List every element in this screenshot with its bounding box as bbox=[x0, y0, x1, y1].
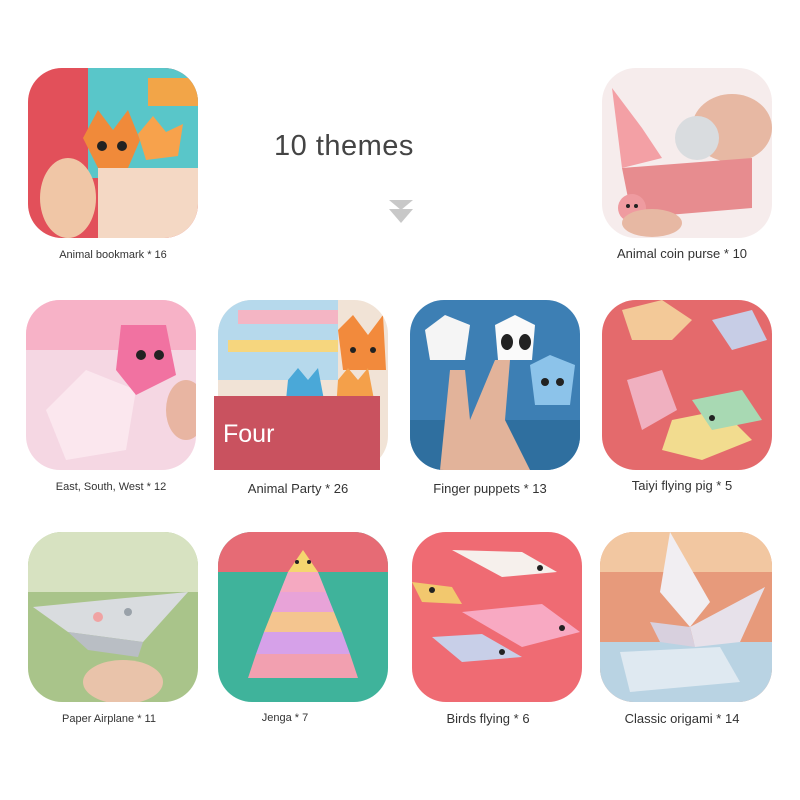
flying-bird-icon bbox=[412, 532, 582, 702]
tiger-bookmark-icon bbox=[28, 68, 198, 238]
paper-airplane-icon bbox=[28, 532, 198, 702]
caption-classic-origami: Classic origami * 14 bbox=[624, 711, 740, 726]
page-title-panel: 10 themes bbox=[262, 118, 532, 178]
caption-finger-puppets: Finger puppets * 13 bbox=[433, 481, 547, 496]
tile-animal-coin-purse[interactable] bbox=[602, 68, 772, 238]
tile-birds-flying[interactable] bbox=[412, 532, 582, 702]
overlay-label-box: Four bbox=[214, 396, 380, 470]
tile-finger-puppets[interactable] bbox=[410, 300, 580, 470]
overlay-label: Four bbox=[223, 420, 275, 448]
caption-animal-coin-purse: Animal coin purse * 10 bbox=[616, 246, 748, 261]
caption-paper-airplane: Paper Airplane * 11 bbox=[62, 713, 156, 725]
tile-animal-bookmark[interactable] bbox=[28, 68, 198, 238]
caption-birds-flying: Birds flying * 6 bbox=[446, 711, 530, 726]
caption-animal-party: Animal Party * 26 bbox=[247, 481, 349, 496]
tile-paper-airplane[interactable] bbox=[28, 532, 198, 702]
chevron-down-icon bbox=[389, 200, 413, 223]
finger-puppet-icon bbox=[410, 300, 580, 470]
caption-jenga: Jenga * 7 bbox=[261, 712, 309, 724]
tile-classic-origami[interactable] bbox=[600, 532, 772, 702]
page-title: 10 themes bbox=[274, 130, 414, 162]
fortune-teller-icon bbox=[26, 300, 196, 470]
caption-east-south-west: East, South, West * 12 bbox=[55, 481, 167, 493]
tile-east-south-west[interactable] bbox=[26, 300, 196, 470]
tile-taiyi-flying-pig[interactable] bbox=[602, 300, 772, 470]
caption-taiyi-flying-pig: Taiyi flying pig * 5 bbox=[631, 478, 733, 493]
rabbit-coin-purse-icon bbox=[602, 68, 772, 238]
tile-jenga[interactable] bbox=[218, 532, 388, 702]
jenga-tower-icon bbox=[218, 532, 388, 702]
caption-animal-bookmark: Animal bookmark * 16 bbox=[59, 249, 167, 261]
flying-pig-icon bbox=[602, 300, 772, 470]
origami-crane-icon bbox=[600, 532, 772, 702]
